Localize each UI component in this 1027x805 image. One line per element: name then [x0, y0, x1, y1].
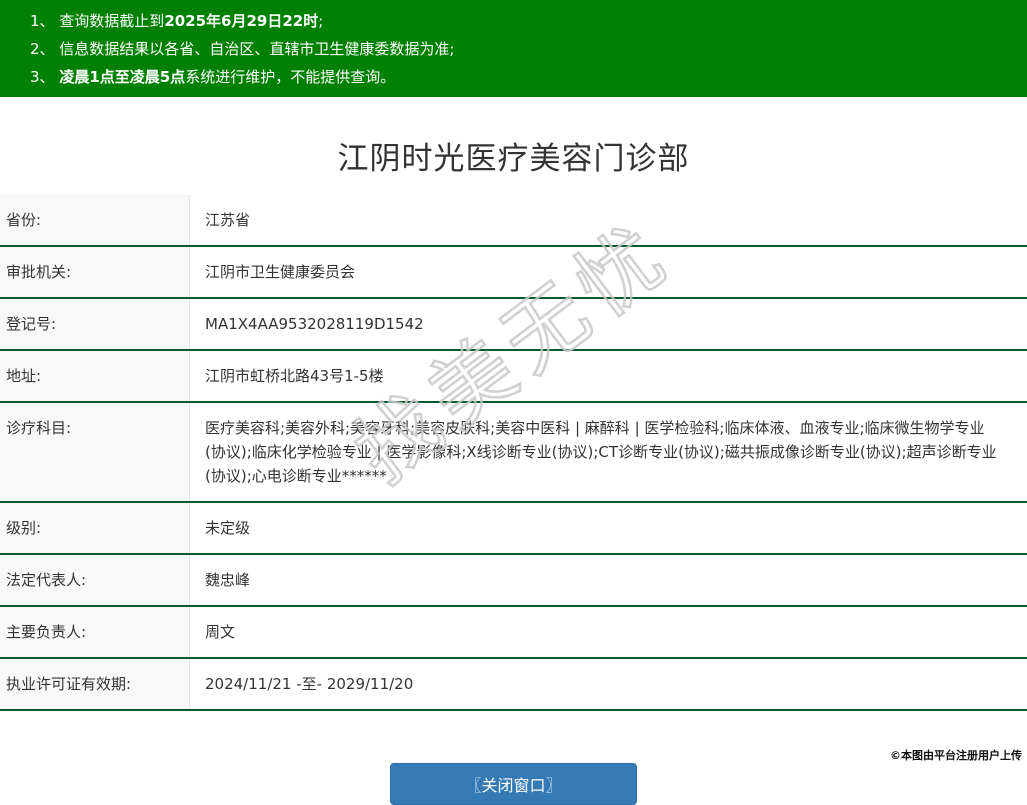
row-label: 省份: [0, 195, 190, 245]
notice-line: 1、 查询数据截止到2025年6月29日22时; [30, 7, 1007, 35]
row-label: 登记号: [0, 299, 190, 349]
row-label: 级别: [0, 503, 190, 553]
table-row: 审批机关: 江阴市卫生健康委员会 [0, 247, 1027, 299]
table-row: 级别: 未定级 [0, 503, 1027, 555]
row-value: 医疗美容科;美容外科;美容牙科;美容皮肤科;美容中医科 | 麻醉科 | 医学检验… [205, 419, 997, 485]
row-value: 未定级 [205, 519, 251, 537]
notice-segment: 1、 查询数据截止到 [30, 12, 165, 30]
row-label: 法定代表人: [0, 555, 190, 605]
notice-segment: 3、 [30, 68, 60, 86]
row-label: 执业许可证有效期: [0, 659, 190, 709]
notice-segment: 系统进行维护，不能提供查询。 [185, 68, 396, 86]
table-row: 诊疗科目: 医疗美容科;美容外科;美容牙科;美容皮肤科;美容中医科 | 麻醉科 |… [0, 403, 1027, 503]
row-label: 审批机关: [0, 247, 190, 297]
notice-segment: 凌晨1点至凌晨5点 [59, 68, 186, 86]
row-value: 周文 [205, 623, 236, 641]
upload-attribution: ©本图由平台注册用户上传 [890, 749, 1022, 762]
table-row: 法定代表人: 魏忠峰 [0, 555, 1027, 607]
table-row: 执业许可证有效期: 2024/11/21 -至- 2029/11/20 [0, 659, 1027, 711]
row-value: 魏忠峰 [205, 571, 251, 589]
table-row: 省份: 江苏省 [0, 195, 1027, 247]
row-label: 地址: [0, 351, 190, 401]
row-value: MA1X4AA9532028119D1542 [205, 315, 424, 333]
row-label: 诊疗科目: [0, 403, 190, 501]
close-window-button[interactable]: 〖关闭窗口〗 [390, 763, 637, 805]
detail-table: 省份: 江苏省 审批机关: 江阴市卫生健康委员会 登记号: MA1X4AA95320281… [0, 195, 1027, 711]
notice-bar: 1、 查询数据截止到2025年6月29日22时; 2、 信息数据结果以各省、自治区… [0, 0, 1027, 97]
notice-line: 3、 凌晨1点至凌晨5点系统进行维护，不能提供查询。 [30, 63, 1007, 91]
page-title: 江阴时光医疗美容门诊部 [337, 141, 690, 177]
row-value: 2024/11/21 -至- 2029/11/20 [205, 675, 414, 693]
table-row: 主要负责人: 周文 [0, 607, 1027, 659]
row-value: 江苏省 [205, 211, 251, 229]
row-label: 主要负责人: [0, 607, 190, 657]
table-row: 地址: 江阴市虹桥北路43号1-5楼 [0, 351, 1027, 403]
notice-line: 2、 信息数据结果以各省、自治区、直辖市卫生健康委数据为准; [30, 35, 1007, 63]
notice-segment: ; [318, 12, 324, 30]
table-row: 登记号: MA1X4AA9532028119D1542 [0, 299, 1027, 351]
row-value: 江阴市虹桥北路43号1-5楼 [205, 367, 384, 385]
notice-segment: 2、 信息数据结果以各省、自治区、直辖市卫生健康委数据为准; [30, 40, 455, 58]
row-value: 江阴市卫生健康委员会 [205, 263, 356, 281]
notice-segment: 2025年6月29日22时 [164, 12, 319, 30]
